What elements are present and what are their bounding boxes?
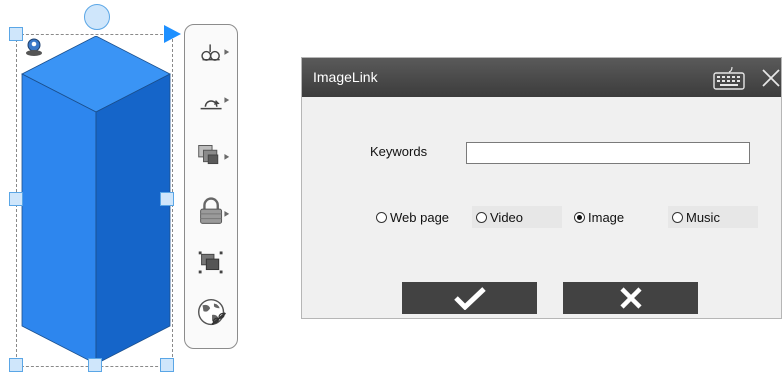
radio-music[interactable]: Music xyxy=(668,206,758,228)
pen-flip-tool-button[interactable] xyxy=(193,35,233,71)
rotation-handle[interactable] xyxy=(84,4,110,30)
resize-handle-bottom-left[interactable] xyxy=(9,358,23,372)
globe-link-icon xyxy=(198,298,227,326)
radio-label: Music xyxy=(686,209,720,225)
rotate-tool-button[interactable] xyxy=(193,83,233,119)
radio-web-page[interactable]: Web page xyxy=(372,206,472,228)
rotate-icon xyxy=(200,97,230,110)
radio-image[interactable]: Image xyxy=(570,206,660,228)
radio-circle xyxy=(376,211,387,223)
user-lock-badge-icon xyxy=(26,38,42,56)
pen-flip-icon xyxy=(201,44,230,61)
radio-label: Image xyxy=(588,209,625,225)
keywords-label: Keywords xyxy=(370,144,428,159)
lock-icon xyxy=(200,197,230,224)
close-icon[interactable] xyxy=(760,67,782,89)
imagelink-dialog: ImageLink Keywords Web page Video Image … xyxy=(301,57,782,319)
arrange-layers-icon xyxy=(198,145,230,165)
radio-label: Web page xyxy=(390,209,450,225)
link-tool-button[interactable] xyxy=(193,295,233,331)
shape-menu-arrow-icon[interactable] xyxy=(162,24,182,44)
dialog-titlebar[interactable]: ImageLink xyxy=(302,58,781,97)
resize-handle-bottom-middle[interactable] xyxy=(88,358,102,372)
group-icon xyxy=(198,251,223,274)
resize-handle-middle-left[interactable] xyxy=(9,192,23,206)
radio-label: Video xyxy=(490,209,524,225)
cancel-button[interactable] xyxy=(563,282,698,314)
radio-video[interactable]: Video xyxy=(472,206,562,228)
keywords-input[interactable] xyxy=(466,142,750,164)
group-tool-button[interactable] xyxy=(193,243,233,279)
dialog-title: ImageLink xyxy=(313,69,378,85)
object-toolbar xyxy=(184,24,238,349)
radio-circle xyxy=(476,211,487,223)
resize-handle-top-left[interactable] xyxy=(9,27,23,41)
arrange-tool-button[interactable] xyxy=(193,137,233,173)
lock-tool-button[interactable] xyxy=(193,193,233,229)
radio-circle xyxy=(672,211,683,223)
ok-button[interactable] xyxy=(402,282,537,314)
selection-frame xyxy=(16,34,173,367)
resize-handle-middle-right[interactable] xyxy=(160,192,174,206)
keyboard-icon[interactable] xyxy=(712,65,746,91)
checkmark-icon xyxy=(453,287,486,310)
radio-circle-checked xyxy=(574,211,585,223)
x-icon xyxy=(619,287,642,309)
resize-handle-bottom-right[interactable] xyxy=(160,358,174,372)
